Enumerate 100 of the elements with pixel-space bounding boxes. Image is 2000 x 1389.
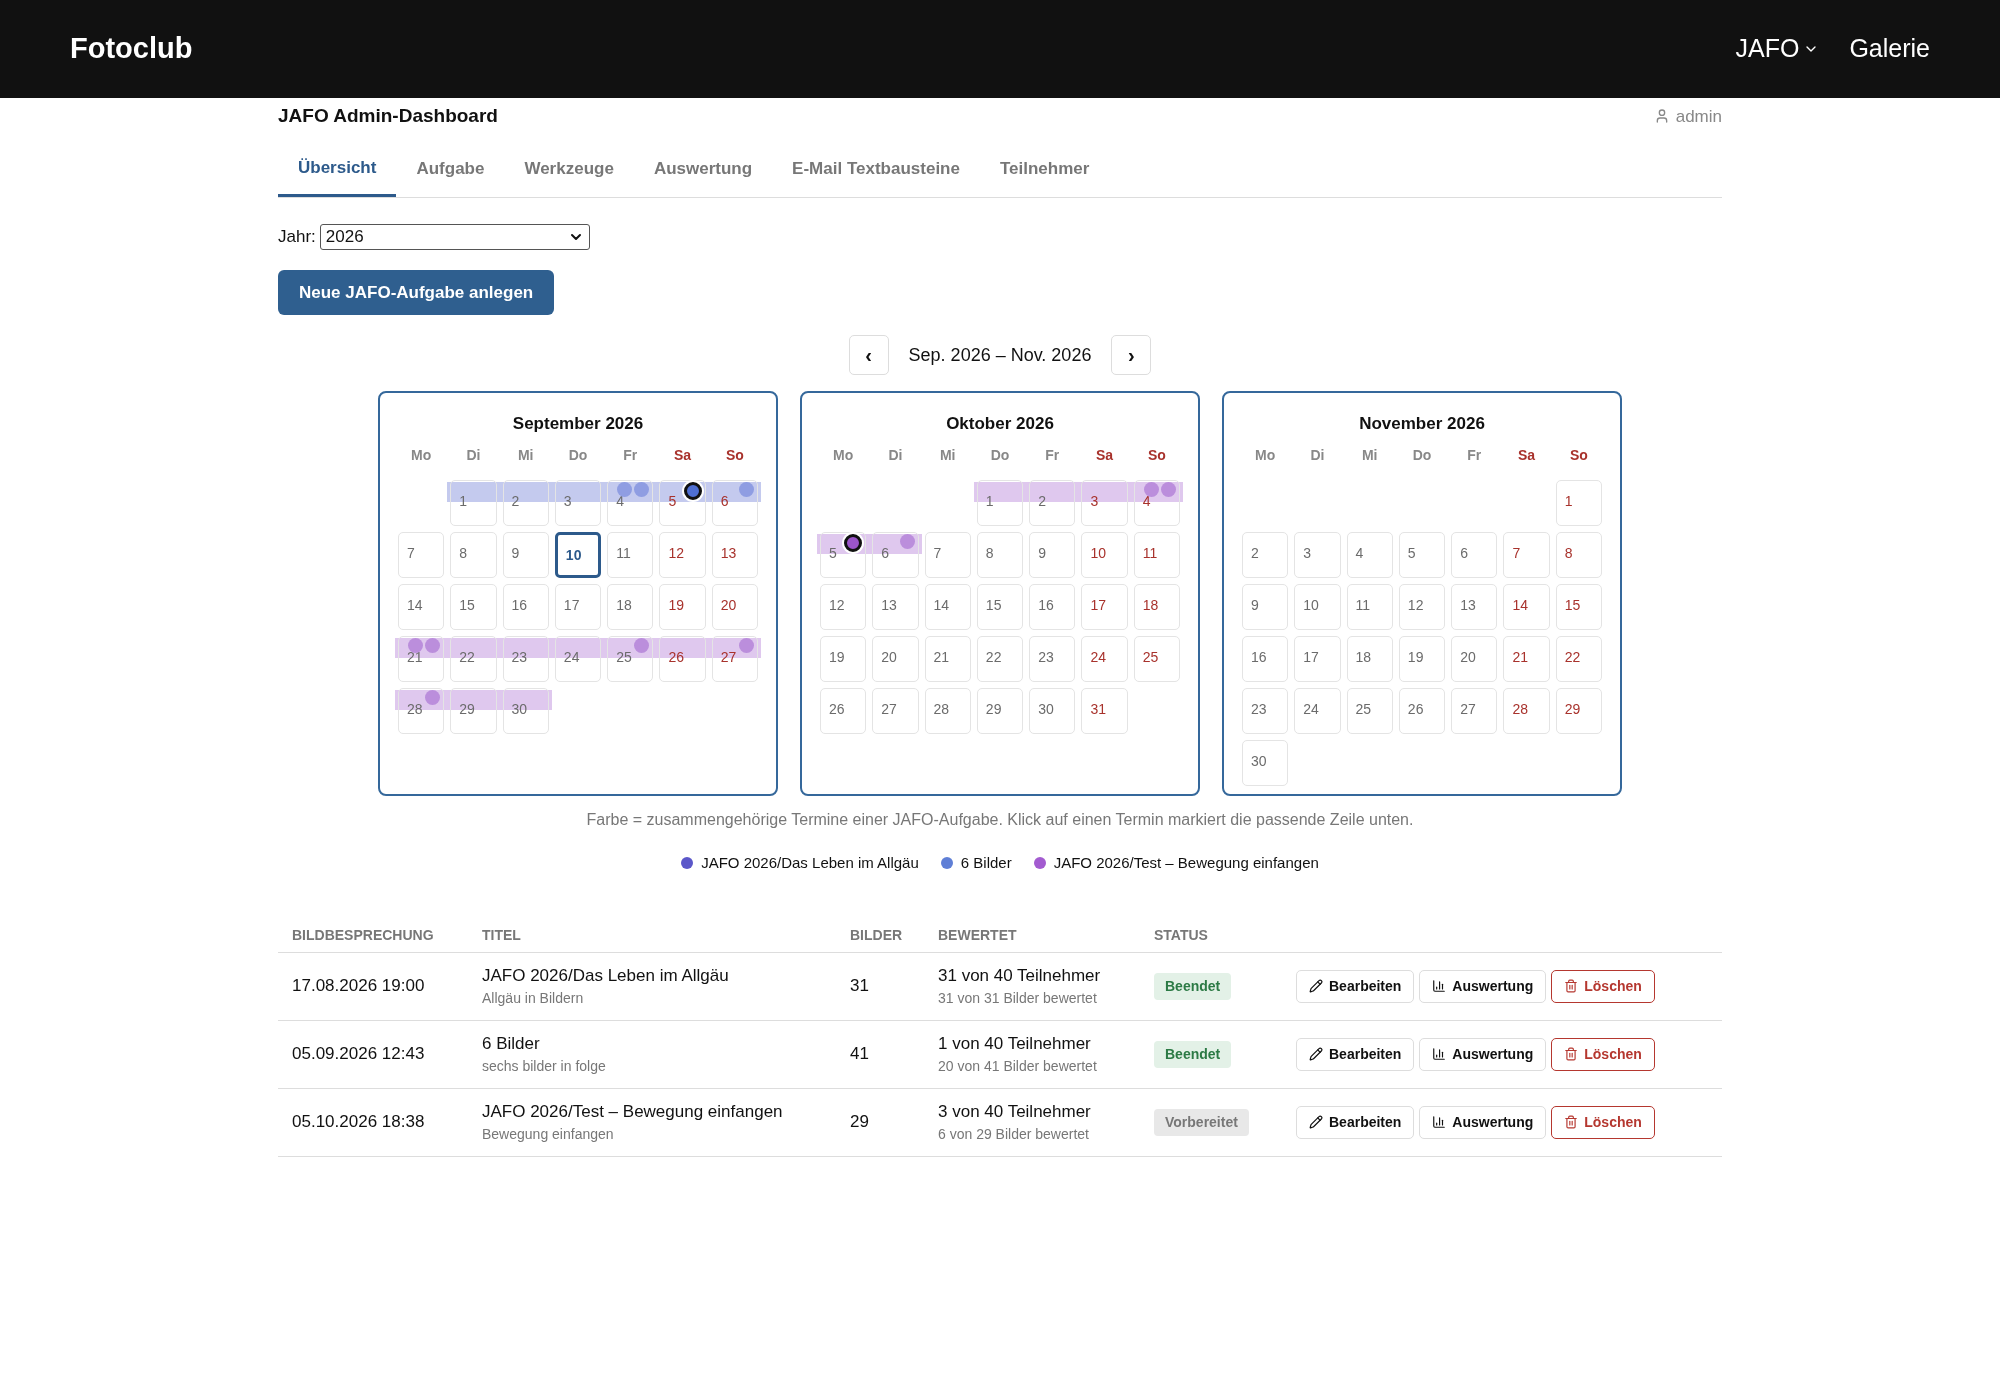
calendar-day[interactable]: 21 (924, 635, 971, 682)
calendar-day[interactable]: 2 (1242, 531, 1289, 578)
calendar-day[interactable]: 19 (659, 583, 706, 630)
year-select[interactable]: 2026 (319, 224, 590, 250)
calendar-day[interactable]: 28 (1503, 687, 1550, 734)
delete-button[interactable]: Löschen (1551, 1037, 1655, 1071)
calendar-day[interactable]: 23 (1029, 635, 1076, 682)
calendar-day[interactable]: 4 (1346, 531, 1393, 578)
calendar-day[interactable]: 1 (1555, 479, 1602, 526)
calendar-day[interactable]: 16 (1242, 635, 1289, 682)
calendar-day[interactable]: 21 (1503, 635, 1550, 682)
calendar-day[interactable]: 9 (1029, 531, 1076, 578)
calendar-day[interactable]: 17 (554, 583, 602, 630)
edit-button[interactable]: Bearbeiten (1296, 969, 1415, 1003)
calendar-day[interactable]: 11 (607, 531, 654, 578)
tab[interactable]: Auswertung (633, 152, 773, 197)
calendar-day[interactable]: 27 (1451, 687, 1498, 734)
calendar-day[interactable]: 20 (872, 635, 919, 682)
calendar-day[interactable]: 11 (1346, 583, 1393, 630)
calendar-day[interactable]: 10 (554, 531, 602, 578)
tab[interactable]: Teilnehmer (979, 152, 1110, 197)
calendar-day[interactable]: 24 (1294, 687, 1341, 734)
calendar-day[interactable]: 30 (502, 687, 549, 734)
calendar-day[interactable]: 25 (1346, 687, 1393, 734)
calendar-day[interactable]: 14 (398, 583, 445, 630)
calendar-day[interactable]: 9 (1242, 583, 1289, 630)
calendar-day[interactable]: 13 (872, 583, 919, 630)
edit-button[interactable]: Bearbeiten (1296, 1037, 1415, 1071)
calendar-day[interactable]: 6 (1451, 531, 1498, 578)
create-task-button[interactable]: Neue JAFO-Aufgabe anlegen (278, 270, 555, 315)
calendar-day[interactable]: 18 (607, 583, 654, 630)
calendar-day[interactable]: 19 (1398, 635, 1446, 682)
calendar-day[interactable]: 14 (924, 583, 971, 630)
calendar-day[interactable]: 22 (1555, 635, 1602, 682)
calendar-day[interactable]: 26 (659, 635, 706, 682)
calendar-day[interactable]: 2 (1029, 479, 1076, 526)
calendar-day[interactable]: 22 (976, 635, 1024, 682)
calendar-day[interactable]: 17 (1081, 583, 1128, 630)
calendar-day[interactable]: 24 (1081, 635, 1128, 682)
calendar-day[interactable]: 7 (1503, 531, 1550, 578)
calendar-day[interactable]: 3 (554, 479, 602, 526)
edit-button[interactable]: Bearbeiten (1296, 1105, 1415, 1139)
calendar-day[interactable]: 20 (711, 583, 758, 630)
calendar-day[interactable]: 15 (450, 583, 497, 630)
calendar-day[interactable]: 23 (1242, 687, 1289, 734)
tab[interactable]: Werkzeuge (504, 152, 634, 197)
calendar-day[interactable]: 22 (450, 635, 497, 682)
calendar-day[interactable]: 15 (1555, 583, 1602, 630)
evaluation-button[interactable]: Auswertung (1419, 1037, 1547, 1071)
calendar-day[interactable]: 31 (1081, 687, 1128, 734)
delete-button[interactable]: Löschen (1551, 1105, 1655, 1139)
calendar-day[interactable]: 13 (1451, 583, 1498, 630)
calendar-day[interactable]: 9 (502, 531, 549, 578)
calendar-day[interactable]: 8 (1555, 531, 1602, 578)
previous-button[interactable]: ‹ (848, 335, 889, 375)
calendar-day[interactable]: 16 (502, 583, 549, 630)
calendar-day[interactable]: 1 (976, 479, 1024, 526)
calendar-day[interactable]: 16 (1029, 583, 1076, 630)
nav-link[interactable]: Galerie (1849, 30, 1930, 68)
calendar-day[interactable]: 14 (1503, 583, 1550, 630)
calendar-day[interactable]: 30 (1242, 739, 1289, 786)
calendar-day[interactable]: 3 (1081, 479, 1128, 526)
calendar-day[interactable]: 23 (502, 635, 549, 682)
calendar-day[interactable]: 12 (820, 583, 867, 630)
calendar-day[interactable]: 13 (711, 531, 758, 578)
calendar-day[interactable]: 27 (872, 687, 919, 734)
calendar-day[interactable]: 29 (1555, 687, 1602, 734)
tab[interactable]: Aufgabe (396, 152, 505, 197)
calendar-day[interactable]: 11 (1133, 531, 1180, 578)
calendar-day[interactable]: 2 (502, 479, 549, 526)
next-button[interactable]: › (1111, 335, 1152, 375)
calendar-day[interactable]: 18 (1346, 635, 1393, 682)
delete-button[interactable]: Löschen (1551, 969, 1655, 1003)
calendar-day[interactable]: 18 (1133, 583, 1180, 630)
nav-link[interactable]: JAFO (1735, 30, 1820, 68)
calendar-day[interactable]: 24 (554, 635, 602, 682)
calendar-day[interactable]: 8 (450, 531, 497, 578)
calendar-day[interactable]: 19 (820, 635, 867, 682)
calendar-day[interactable]: 26 (1398, 687, 1446, 734)
calendar-day[interactable]: 5 (1398, 531, 1446, 578)
calendar-day[interactable]: 15 (976, 583, 1024, 630)
logo[interactable]: Fotoclub (70, 27, 193, 71)
calendar-day[interactable]: 17 (1294, 635, 1341, 682)
calendar-day[interactable]: 28 (924, 687, 971, 734)
calendar-day[interactable]: 20 (1451, 635, 1498, 682)
calendar-day[interactable]: 10 (1294, 583, 1341, 630)
evaluation-button[interactable]: Auswertung (1419, 969, 1547, 1003)
calendar-day[interactable]: 8 (976, 531, 1024, 578)
calendar-day[interactable]: 12 (1398, 583, 1446, 630)
calendar-day[interactable]: 29 (450, 687, 497, 734)
calendar-day[interactable]: 29 (976, 687, 1024, 734)
calendar-day[interactable]: 25 (1133, 635, 1180, 682)
tab[interactable]: Übersicht (278, 152, 397, 197)
calendar-day[interactable]: 30 (1029, 687, 1076, 734)
calendar-day[interactable]: 7 (924, 531, 971, 578)
calendar-day[interactable]: 12 (659, 531, 706, 578)
calendar-day[interactable]: 3 (1294, 531, 1341, 578)
calendar-day[interactable]: 26 (820, 687, 867, 734)
evaluation-button[interactable]: Auswertung (1419, 1105, 1547, 1139)
calendar-day[interactable]: 10 (1081, 531, 1128, 578)
